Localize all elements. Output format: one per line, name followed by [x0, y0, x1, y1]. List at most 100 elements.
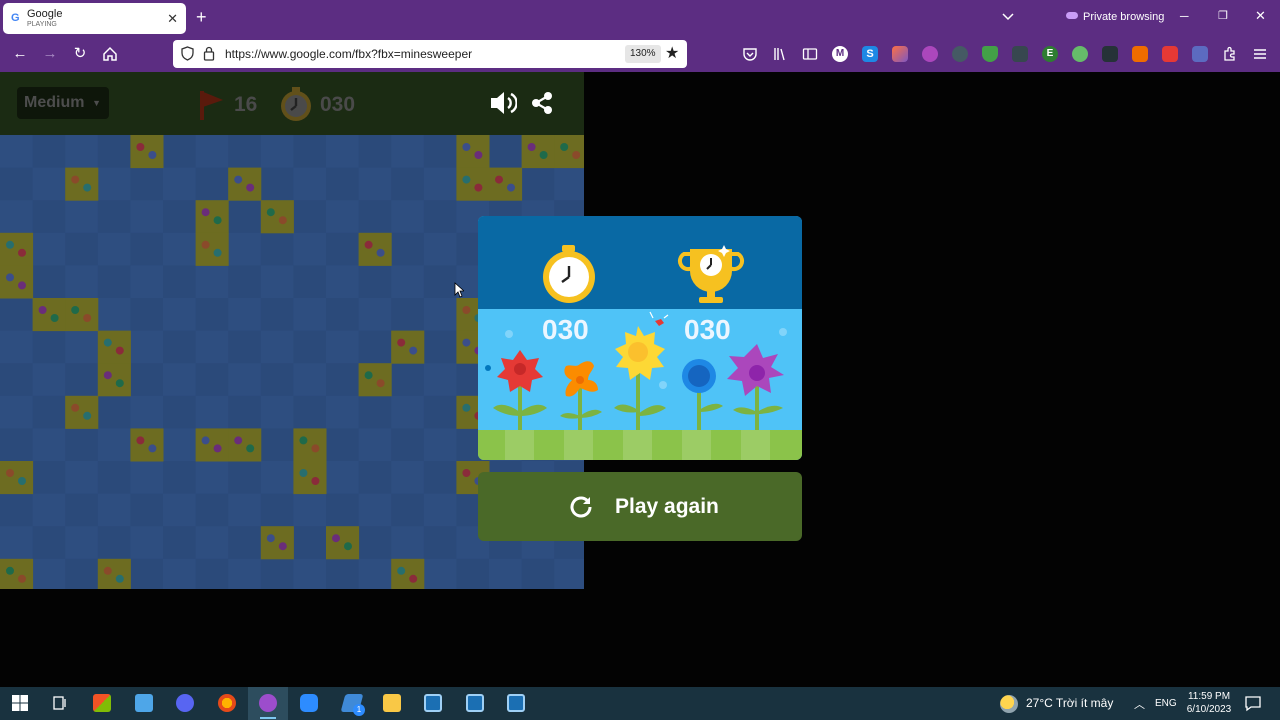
zoom-level-badge[interactable]: 130% [625, 45, 661, 63]
reload-icon[interactable]: ↻ [71, 45, 89, 63]
home-icon[interactable] [101, 45, 119, 63]
weather-icon[interactable] [1000, 695, 1018, 713]
file-explorer-icon[interactable] [383, 694, 401, 712]
tracking-shield-icon[interactable] [181, 46, 194, 61]
flag-count: 16 [234, 93, 258, 116]
board-tile [260, 298, 294, 332]
board-tile [521, 167, 555, 201]
address-bar[interactable]: https://www.google.com/fbx?fbx=minesweep… [173, 40, 687, 68]
firefox-private-icon [259, 694, 277, 712]
timer-value: 030 [320, 93, 356, 116]
board-tile [32, 428, 66, 462]
board-tile [195, 135, 229, 169]
board-tile [423, 298, 457, 332]
share-icon[interactable] [531, 91, 553, 115]
board-tile [0, 363, 34, 397]
board-tile [32, 265, 66, 299]
s-extension-icon[interactable]: S [862, 46, 878, 62]
url-text[interactable]: https://www.google.com/fbx?fbx=minesweep… [225, 47, 472, 61]
new-tab-button[interactable]: + [196, 7, 207, 28]
library-icon[interactable] [772, 46, 788, 62]
language-indicator[interactable]: ENG [1155, 698, 1177, 709]
microsoft-store-icon[interactable] [93, 694, 111, 712]
discord-icon[interactable] [176, 694, 194, 712]
play-extension-icon[interactable] [922, 46, 938, 62]
e-extension-icon[interactable]: E [1042, 46, 1058, 62]
board-tile [358, 428, 392, 462]
board-tile [521, 558, 555, 589]
revealed-cell [456, 135, 490, 169]
current-time-score: 030 [542, 314, 589, 345]
board-tile [195, 395, 229, 429]
board-tile [65, 200, 99, 234]
shield-extension-icon[interactable] [982, 46, 998, 62]
forward-arrow-icon[interactable]: → [41, 45, 59, 63]
revealed-cell [293, 428, 327, 462]
list-tabs-chevron-icon[interactable] [1002, 10, 1014, 22]
firefox-icon[interactable] [218, 694, 236, 712]
pocket-icon[interactable] [742, 46, 758, 62]
bookmark-star-icon[interactable]: ★ [665, 43, 679, 63]
owl-extension-icon[interactable] [952, 46, 968, 62]
bug-extension-icon[interactable] [1012, 46, 1028, 62]
result-card: 030 030 [478, 216, 802, 460]
stopwatch-icon [281, 87, 311, 121]
board-tile [293, 298, 327, 332]
extensions-puzzle-icon[interactable] [1222, 46, 1238, 62]
board-tile [65, 428, 99, 462]
pen-extension-icon[interactable] [1132, 46, 1148, 62]
revealed-cell [0, 461, 34, 495]
board-tile [97, 135, 131, 169]
window-app-icon-3[interactable] [507, 694, 525, 712]
board-tile [489, 558, 523, 589]
sidebar-icon[interactable] [802, 46, 818, 62]
menu-hamburger-icon[interactable] [1252, 46, 1268, 62]
notification-center-icon[interactable] [1244, 694, 1262, 712]
system-clock[interactable]: 11:59 PM 6/10/2023 [1180, 690, 1238, 716]
board-tile [163, 363, 197, 397]
revealed-cell [97, 363, 131, 397]
tray-chevron-icon[interactable]: ︿ [1134, 696, 1145, 712]
m-extension-icon[interactable]: M [832, 46, 848, 62]
back-arrow-icon[interactable]: ← [11, 45, 29, 63]
glasses-extension-icon[interactable] [1102, 46, 1118, 62]
difficulty-dropdown[interactable]: Medium ▼ [17, 87, 109, 119]
restore-window-button[interactable]: ❐ [1218, 9, 1228, 22]
firefox-private-taskbar-item[interactable] [248, 687, 288, 720]
window-app-icon-2[interactable] [466, 694, 484, 712]
board-tile [358, 526, 392, 560]
board-tile [0, 526, 34, 560]
board-tile [97, 428, 131, 462]
zoom-app-icon[interactable] [300, 694, 318, 712]
play-again-button[interactable]: Play again [478, 472, 802, 541]
speaker-icon[interactable] [489, 90, 517, 116]
close-window-button[interactable]: ✕ [1255, 8, 1266, 24]
board-tile [423, 395, 457, 429]
board-tile [32, 232, 66, 266]
board-tile [195, 330, 229, 364]
board-tile [391, 363, 425, 397]
board-tile [163, 428, 197, 462]
colorful-extension-icon[interactable] [892, 46, 908, 62]
red-flower [497, 350, 543, 392]
tab-close-icon[interactable]: ✕ [167, 11, 178, 27]
red-extension-icon[interactable] [1162, 46, 1178, 62]
result-stopwatch-icon [543, 245, 595, 303]
windows-start-icon[interactable] [11, 694, 29, 712]
browser-tab[interactable]: G Google PLAYING ✕ [3, 3, 186, 34]
revealed-cell [130, 135, 164, 169]
revealed-cell [130, 428, 164, 462]
board-tile [423, 167, 457, 201]
minimize-window-button[interactable]: ─ [1180, 9, 1189, 23]
board-tile [97, 232, 131, 266]
discord-extension-icon[interactable] [1192, 46, 1208, 62]
board-tile [358, 493, 392, 527]
task-view-icon[interactable] [51, 694, 69, 712]
lock-icon[interactable] [203, 46, 215, 61]
board-tile [65, 265, 99, 299]
window-app-icon-1[interactable] [424, 694, 442, 712]
leaf-extension-icon[interactable] [1072, 46, 1088, 62]
mail-icon[interactable] [135, 694, 153, 712]
board-tile [97, 493, 131, 527]
weather-text[interactable]: 27°C Trời ít mây [1026, 696, 1113, 710]
